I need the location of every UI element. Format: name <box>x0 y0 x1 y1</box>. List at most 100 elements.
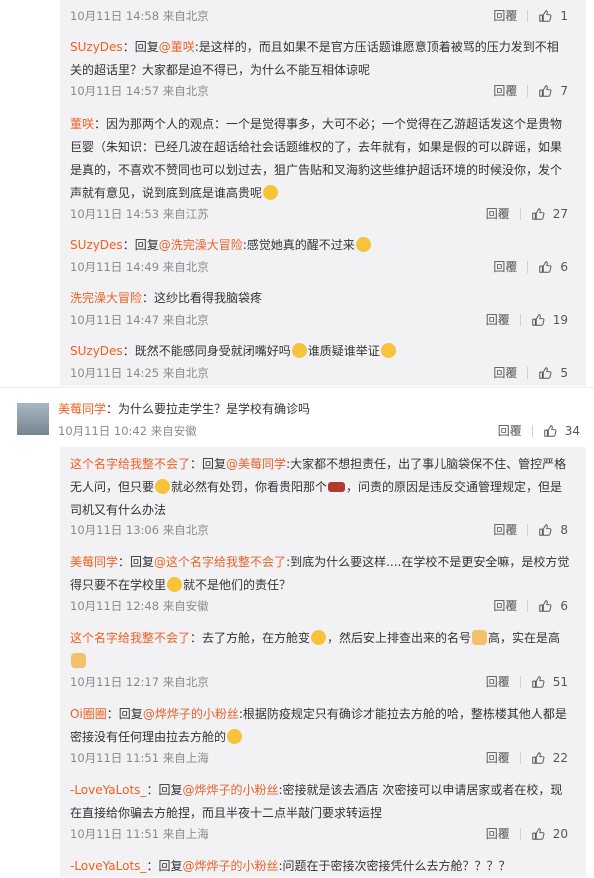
comment-actions: 回覆 1 <box>493 8 568 24</box>
reply-body-cont: ，然后安上排查出来的名号 <box>327 631 472 645</box>
like-button[interactable]: 20 <box>531 826 568 842</box>
thumb-up-icon <box>538 523 552 537</box>
username-link[interactable]: SUzyDes <box>70 40 123 54</box>
bear-emoji-icon <box>167 577 183 592</box>
comment-meta: 10月11日 14:47 来自北京 <box>70 313 209 327</box>
reply-prefix: 回复 <box>134 238 159 252</box>
like-count: 20 <box>552 827 568 841</box>
like-count: 6 <box>560 599 568 613</box>
username-link[interactable]: SUzyDes <box>70 238 123 252</box>
reply-button[interactable]: 回覆 <box>493 365 517 381</box>
reply-button[interactable]: 回覆 <box>493 83 517 99</box>
reply-button[interactable]: 回覆 <box>486 826 510 842</box>
like-count: 51 <box>552 675 568 689</box>
comment-text: SUzyDes：回复@董咲:是这样的，而且如果不是官方压话题谁愿意顶着被骂的压力… <box>70 40 559 77</box>
reply-button[interactable]: 回覆 <box>486 750 510 766</box>
reply-button[interactable]: 回覆 <box>498 423 522 439</box>
bear-emoji-icon <box>155 479 171 494</box>
separator <box>531 425 533 437</box>
username-link[interactable]: -LoveYaLots_ <box>70 859 146 873</box>
reply-prefix: 回复 <box>118 707 143 721</box>
username-link[interactable]: 美莓同学 <box>70 555 118 569</box>
reply-button[interactable]: 回覆 <box>493 8 517 24</box>
crying-emoji-icon <box>355 237 371 252</box>
thumb-up-icon <box>531 313 545 327</box>
mention-link[interactable]: @烨烨子的小粉丝 <box>182 783 278 797</box>
reply-actions: 回覆 8 <box>493 522 568 538</box>
username-link[interactable]: 董咲 <box>70 117 94 131</box>
like-button[interactable]: 27 <box>531 206 568 222</box>
reply-prefix: 回复 <box>158 859 183 873</box>
thumb-up-icon <box>531 675 545 689</box>
mention-link[interactable]: @烨烨子的小粉丝 <box>143 707 239 721</box>
user-avatar[interactable] <box>17 403 49 435</box>
username-link[interactable]: 美莓同学 <box>58 402 106 416</box>
comment-text: SUzyDes：回复@洗完澡大冒险:感觉她真的醒不过来 <box>70 234 570 257</box>
like-button[interactable]: 6 <box>538 259 568 275</box>
mention-link[interactable]: @洗完澡大冒险 <box>159 238 243 252</box>
like-button[interactable]: 8 <box>538 522 568 538</box>
username-link[interactable]: 洗完澡大冒险 <box>70 291 142 305</box>
comment-body-cont: 谁质疑谁举证 <box>307 344 380 358</box>
mention-link[interactable]: @美莓同学 <box>226 457 286 471</box>
reply-actions: 回覆 6 <box>493 598 568 614</box>
separator <box>519 752 521 764</box>
comment-actions: 回覆 5 <box>493 365 568 381</box>
thumb-up-icon <box>538 9 552 23</box>
like-button[interactable]: 6 <box>538 598 568 614</box>
reply-actions: 回覆 51 <box>486 674 568 690</box>
like-button[interactable]: 51 <box>531 674 568 690</box>
username-link[interactable]: SUzyDes <box>70 344 123 358</box>
reply-body-cont2: 高，实在是高 <box>488 631 561 645</box>
comment-text: 洗完澡大冒险：这纱比看得我脑袋疼 <box>70 287 570 310</box>
username-link[interactable]: Oi圈圈 <box>70 707 107 721</box>
mention-link[interactable]: @烨烨子的小粉丝 <box>182 859 278 873</box>
reply-meta: 10月11日 12:48 来自安徽 <box>70 599 209 613</box>
bear-emoji-icon <box>311 630 327 645</box>
reply-text: 美莓同学：回复@这个名字给我整不会了:到底为什么要这样....在学校不是更安全嘛… <box>70 555 570 592</box>
separator <box>527 600 529 612</box>
like-button[interactable]: 1 <box>538 8 568 24</box>
mention-link[interactable]: @董咲 <box>159 40 195 54</box>
reply-meta: 10月11日 13:06 来自北京 <box>70 523 209 537</box>
reply-prefix: 回复 <box>134 40 159 54</box>
like-button[interactable]: 22 <box>531 750 568 766</box>
reply-prefix: 回复 <box>158 783 183 797</box>
comment-actions: 回覆 7 <box>493 83 568 99</box>
comment-body: :感觉她真的醒不过来 <box>242 238 355 252</box>
separator <box>519 314 521 326</box>
reply-button[interactable]: 回覆 <box>486 206 510 222</box>
reply-text: -LoveYaLots_：回复@烨烨子的小粉丝:密接就是该去酒店 次密接可以申请… <box>70 783 563 820</box>
separator <box>527 524 529 536</box>
like-count: 8 <box>560 523 568 537</box>
reply-prefix: 回复 <box>130 555 155 569</box>
reply-text: Oi圈圈：回复@烨烨子的小粉丝:根据防疫规定只有确诊才能拉去方舱的哈，整栋楼其他… <box>70 707 567 744</box>
like-count: 1 <box>560 9 568 23</box>
like-button[interactable]: 19 <box>531 312 568 328</box>
like-button[interactable]: 5 <box>538 365 568 381</box>
username-link[interactable]: 这个名字给我整不会了 <box>70 631 190 645</box>
comment-meta: 10月11日 14:49 来自北京 <box>70 260 209 274</box>
reply-button[interactable]: 回覆 <box>493 522 517 538</box>
like-button[interactable]: 7 <box>538 83 568 99</box>
reply-actions: 回覆 20 <box>486 826 568 842</box>
reply-button[interactable]: 回覆 <box>493 598 517 614</box>
comment-meta: 10月11日 14:58 来自北京 <box>70 9 209 23</box>
comment-meta: 10月11日 14:53 来自江苏 <box>70 207 209 221</box>
shocked-emoji-icon <box>291 343 307 358</box>
like-count: 6 <box>560 260 568 274</box>
username-link[interactable]: 这个名字给我整不会了 <box>70 457 190 471</box>
username-link[interactable]: -LoveYaLots_ <box>70 783 146 797</box>
thumb-up-icon <box>538 599 552 613</box>
shocked-emoji-icon <box>380 343 396 358</box>
separator <box>519 208 521 220</box>
comment-body: ：这纱比看得我脑袋疼 <box>142 291 263 305</box>
reply-button[interactable]: 回覆 <box>486 312 510 328</box>
comment-text: SUzyDes：既然不能感同身受就闭嘴好吗 谁质疑谁举证 <box>70 340 570 363</box>
like-button[interactable]: 34 <box>543 423 580 439</box>
comment-body: ：既然不能感同身受就闭嘴好吗 <box>122 344 291 358</box>
mention-link[interactable]: @这个名字给我整不会了 <box>154 555 286 569</box>
like-count: 7 <box>560 84 568 98</box>
reply-button[interactable]: 回覆 <box>486 674 510 690</box>
reply-button[interactable]: 回覆 <box>493 259 517 275</box>
